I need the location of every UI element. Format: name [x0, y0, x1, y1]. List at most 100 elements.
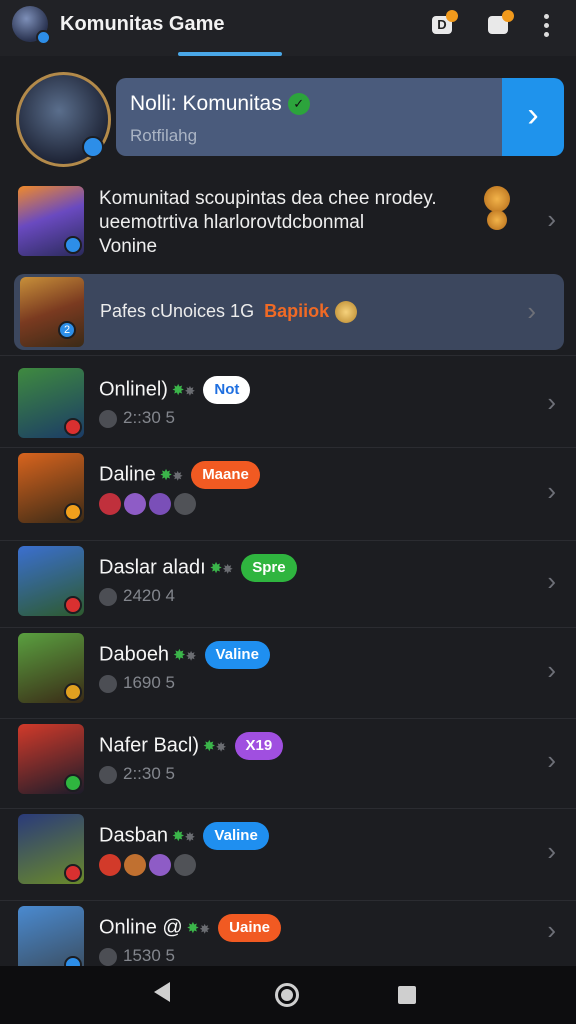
member-avatar-icon	[99, 493, 121, 515]
chevron-right-icon: ›	[547, 836, 556, 866]
thumbnail-badge-icon	[64, 596, 82, 614]
thumbnail-badge-icon	[64, 418, 82, 436]
status-badge: Not	[203, 376, 251, 404]
profile-subtitle: Rotfilahg	[130, 126, 198, 145]
item-title: Nafer Bacl) ✸✸ X19	[99, 732, 284, 760]
profile-status-icon	[82, 136, 104, 158]
community-thumbnail	[18, 186, 84, 256]
intro-line-1: Komunitad scoupintas dea chee nrodey.	[99, 188, 437, 209]
member-avatar-icon	[174, 854, 196, 876]
profile-open-button[interactable]: ›	[502, 78, 564, 156]
game-thumbnail	[18, 546, 84, 616]
sparkle-icon: ✸	[159, 467, 173, 485]
notification-dot-icon	[502, 10, 514, 22]
profile-avatar[interactable]	[16, 72, 111, 167]
item-title: Daslar aladı ✸✸ Spre	[99, 554, 297, 582]
system-navigation-bar	[0, 966, 576, 1024]
thumbnail-badge-icon	[64, 683, 82, 701]
clock-icon	[99, 674, 117, 693]
gear-sticker-icon	[487, 210, 507, 230]
member-avatar-icon	[149, 493, 171, 515]
community-intro-row[interactable]: Komunitad scoupintas dea chee nrodey. ue…	[0, 176, 576, 270]
clock-icon	[99, 947, 117, 966]
sparkle-icon: ✸	[203, 738, 216, 756]
banner-number-badge: 2	[58, 321, 76, 339]
item-meta: 2::30 5	[99, 764, 175, 784]
item-meta: 2420 4	[99, 586, 175, 606]
status-badge: Spre	[241, 554, 297, 582]
game-thumbnail	[18, 724, 84, 794]
member-avatars	[99, 493, 199, 520]
sparkle-icon: ✸	[171, 382, 185, 400]
status-badge: Valine	[204, 641, 270, 669]
gear-sticker-icon	[484, 186, 510, 212]
item-meta: 1690 5	[99, 673, 175, 693]
status-badge: Maane	[191, 461, 260, 489]
chevron-right-icon: ›	[547, 387, 556, 417]
banner-text: Pafes cUnoices 1G Bapiiok	[100, 301, 358, 324]
chevron-right-icon: ›	[547, 476, 556, 506]
profile-header: Nolli: Komunitas ✓ Rotfilahg ›	[0, 56, 576, 176]
notification-dot-icon	[446, 10, 458, 22]
sparkle-icon: ✸	[199, 921, 211, 937]
game-thumbnail	[18, 633, 84, 703]
member-avatar-icon	[99, 854, 121, 876]
home-icon[interactable]	[275, 983, 299, 1007]
profile-card[interactable]: Nolli: Komunitas ✓ Rotfilahg	[116, 78, 502, 156]
list-item[interactable]: Onlinel) ✸✸ Not 2::30 5 ›	[0, 362, 576, 447]
member-avatar-icon	[149, 854, 171, 876]
thumbnail-badge-icon	[64, 864, 82, 882]
list-item[interactable]: Dasban ✸✸ Valine ›	[0, 808, 576, 900]
list-item[interactable]: Daline ✸✸ Maane ›	[0, 447, 576, 540]
item-title: Dasban ✸✸ Valine	[99, 822, 269, 850]
app-title: Komunitas Game	[60, 13, 225, 35]
recents-icon[interactable]	[398, 986, 416, 1004]
intro-line-3: Vonine	[99, 236, 158, 257]
sparkle-icon: ✸	[185, 648, 197, 664]
item-title: Online @ ✸✸ Uaine	[99, 914, 282, 942]
avatar-icon[interactable]	[12, 6, 51, 45]
thumbnail-badge-icon	[64, 503, 82, 521]
profile-name: Nolli: Komunitas ✓	[130, 92, 310, 116]
list-item[interactable]: Online @ ✸✸ Uaine 1530 5 ›	[0, 900, 576, 976]
d-badge-icon[interactable]: D	[430, 10, 458, 38]
member-avatars	[99, 854, 199, 881]
item-title: Daboeh ✸✸ Valine	[99, 641, 270, 669]
sparkle-icon: ✸	[222, 561, 234, 577]
sparkle-icon: ✸	[173, 647, 186, 665]
overflow-menu-icon[interactable]	[536, 12, 556, 38]
chat-icon[interactable]	[486, 10, 514, 38]
chevron-right-icon: ›	[527, 296, 536, 326]
sparkle-icon: ✸	[184, 383, 196, 399]
item-meta: 1530 5	[99, 946, 175, 966]
status-badge: Valine	[203, 822, 269, 850]
divider	[0, 355, 576, 356]
promo-banner[interactable]: 2 Pafes cUnoices 1G Bapiiok ›	[14, 274, 564, 350]
member-avatar-icon	[174, 493, 196, 515]
item-meta: 2::30 5	[99, 408, 175, 428]
back-icon[interactable]	[154, 982, 170, 1002]
sparkle-icon: ✸	[186, 920, 200, 938]
chevron-right-icon: ›	[547, 655, 556, 685]
chevron-right-icon: ›	[547, 915, 556, 945]
verified-icon: ✓	[287, 93, 310, 116]
top-app-bar: Komunitas Game D	[0, 0, 576, 56]
clock-icon	[99, 587, 117, 606]
online-status-icon	[36, 30, 51, 45]
list-item[interactable]: Daboeh ✸✸ Valine 1690 5 ›	[0, 627, 576, 718]
coin-icon	[335, 301, 358, 324]
thumbnail-badge-icon	[64, 236, 82, 254]
intro-line-2: ueemotrtiva hlarlorovtdcbonmal	[99, 212, 365, 233]
status-badge: X19	[234, 732, 284, 760]
chevron-right-icon: ›	[547, 204, 556, 234]
list-item[interactable]: Nafer Bacl) ✸✸ X19 2::30 5 ›	[0, 718, 576, 808]
banner-highlight: Bapiiok	[264, 301, 330, 321]
list-item[interactable]: Daslar aladı ✸✸ Spre 2420 4 ›	[0, 540, 576, 627]
chevron-right-icon: ›	[547, 566, 556, 596]
thumbnail-badge-icon	[64, 774, 82, 792]
clock-icon	[99, 409, 117, 428]
sparkle-icon: ✸	[184, 829, 196, 845]
sparkle-icon: ✸	[171, 828, 185, 846]
sparkle-icon: ✸	[172, 468, 184, 484]
chevron-right-icon: ›	[547, 745, 556, 775]
